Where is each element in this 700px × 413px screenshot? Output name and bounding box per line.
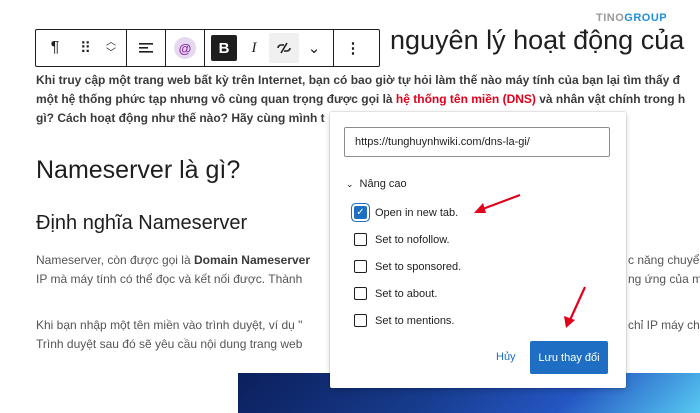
def-line-2-right: ng ứng của m [628, 272, 700, 286]
option-mentions[interactable]: Set to mentions. [354, 314, 455, 327]
intro-line-2-tail: và nhân vật chính trong h [535, 92, 686, 106]
option-nofollow-label: Set to nofollow. [375, 233, 450, 246]
block-controls-group: ¶ ⠿ ︿ ﹀ [36, 30, 127, 66]
block-movers: ︿ ﹀ [100, 33, 122, 63]
align-group [127, 30, 166, 66]
intro-line-1: Khi truy cập một trang web bất kỳ trên I… [36, 73, 680, 87]
def-line-1-right: c năng chuyể [628, 253, 700, 267]
advanced-label: Nâng cao [359, 178, 407, 190]
italic-button[interactable]: I [239, 33, 269, 63]
intro-line-2-text: một hệ thống phức tạp nhưng vô cùng quan… [36, 92, 396, 106]
example-line-1-right: chỉ IP máy ch [628, 318, 700, 332]
cancel-button[interactable]: Hủy [496, 351, 516, 363]
option-nofollow[interactable]: Set to nofollow. [354, 233, 450, 246]
option-mentions-label: Set to mentions. [375, 314, 455, 327]
move-down-icon[interactable]: ﹀ [106, 48, 116, 59]
chevron-down-icon: ⌄ [346, 178, 354, 189]
move-up-icon[interactable]: ︿ [106, 37, 116, 48]
logo-text: TINO [596, 12, 625, 24]
option-sponsored[interactable]: Set to sponsored. [354, 260, 461, 273]
option-about-label: Set to about. [375, 287, 438, 300]
mention-button[interactable]: @ [170, 33, 200, 63]
more-formats-chevron-icon[interactable]: ⌄ [299, 33, 329, 63]
block-toolbar: ¶ ⠿ ︿ ﹀ @ B I ⌄ ⋮ [35, 29, 380, 67]
options-group: ⋮ [334, 30, 372, 66]
save-changes-button[interactable]: Lưu thay đổi [530, 341, 608, 374]
link-url-input[interactable] [344, 127, 610, 157]
drag-handle-icon[interactable]: ⠿ [70, 33, 100, 63]
checkbox-about[interactable] [354, 287, 367, 300]
option-new-tab-label: Open in new tab. [375, 206, 459, 219]
dns-link[interactable]: hệ thống tên miền (DNS) [396, 92, 536, 106]
option-about[interactable]: Set to about. [354, 287, 437, 300]
option-sponsored-label: Set to sponsored. [375, 260, 462, 273]
align-left-icon[interactable] [131, 33, 161, 63]
def-line-1-start: Nameserver, còn được gọi là [36, 253, 194, 267]
unlink-button[interactable] [269, 33, 299, 63]
format-group: B I ⌄ [205, 30, 334, 66]
def-bold-term: Domain Nameserver [193, 253, 311, 267]
checkbox-new-tab[interactable]: ✓ [352, 204, 369, 221]
bold-button[interactable]: B [211, 35, 237, 61]
intro-line-2: một hệ thống phức tạp nhưng vô cùng quan… [36, 90, 700, 109]
plugin-group: @ [166, 30, 205, 66]
example-paragraph-right: chỉ IP máy ch [628, 316, 700, 335]
advanced-toggle[interactable]: ⌄ Nâng cao [346, 178, 407, 190]
at-icon: @ [174, 37, 196, 59]
logo-text-accent: GROUP [624, 12, 668, 24]
heading-definition[interactable]: Định nghĩa Nameserver [36, 212, 247, 235]
post-title[interactable]: nguyên lý hoạt động của [390, 25, 684, 56]
checkbox-nofollow[interactable] [354, 233, 367, 246]
unlink-icon [277, 42, 291, 54]
definition-paragraph-right: c năng chuyể ng ứng của m [628, 251, 700, 289]
link-settings-popover: ⌄ Nâng cao ✓ Open in new tab. Set to nof… [330, 112, 626, 388]
checkbox-mentions[interactable] [354, 314, 367, 327]
more-options-icon[interactable]: ⋮ [338, 33, 368, 63]
option-new-tab[interactable]: ✓ Open in new tab. [352, 204, 459, 221]
checkbox-sponsored[interactable] [354, 260, 367, 273]
heading-nameserver[interactable]: Nameserver là gì? [36, 156, 240, 185]
tinogroup-logo: TINOGROUP [596, 12, 667, 24]
paragraph-icon[interactable]: ¶ [40, 33, 70, 63]
